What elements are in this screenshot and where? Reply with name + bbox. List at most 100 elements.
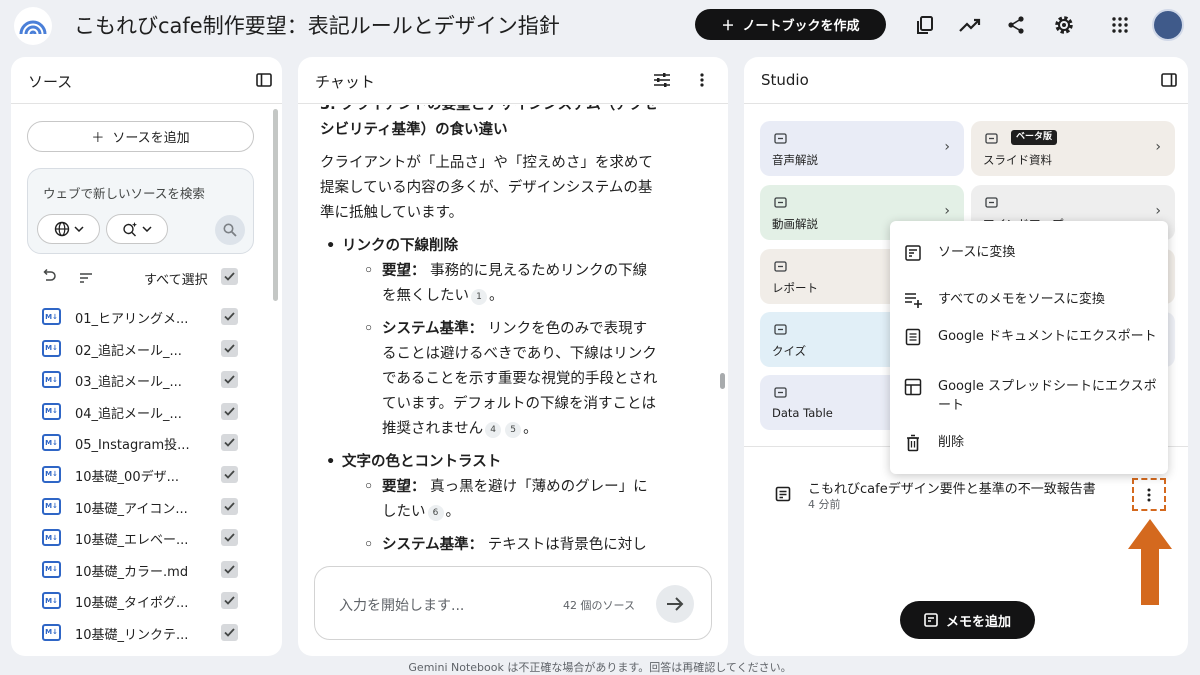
source-checkbox[interactable]	[221, 592, 238, 610]
add-note-button[interactable]: メモを追加	[900, 601, 1035, 639]
tile-label: 動画解説	[772, 217, 818, 231]
checkmark-icon	[224, 596, 235, 606]
menu-item-label: ソースに変換	[938, 245, 1016, 260]
analytics-icon[interactable]	[957, 12, 983, 38]
chat-scrollbar[interactable]	[720, 373, 725, 389]
note-time: 4 分前	[808, 498, 841, 511]
source-list-item[interactable]: M↓ 05_Instagram投...	[11, 428, 271, 460]
tune-settings-icon[interactable]	[651, 69, 673, 91]
source-list-item[interactable]: M↓ 10基礎_リンクテ...	[11, 618, 271, 650]
tile-label: スライド資料	[983, 153, 1052, 167]
arrow-right-icon	[667, 597, 684, 611]
source-list-item[interactable]: M↓ 01_ヒアリングメ...	[11, 302, 271, 334]
report-icon	[772, 259, 788, 273]
checkmark-icon	[224, 375, 235, 384]
chat-input-box[interactable]: 入力を開始します... 42 個のソース	[314, 566, 712, 640]
menu-item-label: Google ドキュメントにエクスポート	[938, 329, 1157, 344]
source-checkbox[interactable]	[221, 560, 238, 578]
create-notebook-button[interactable]: ＋ ノートブックを作成	[695, 9, 886, 40]
source-name: 10基礎_00デザ...	[75, 469, 179, 485]
user-avatar[interactable]	[1152, 9, 1184, 41]
source-checkbox[interactable]	[221, 308, 238, 325]
citation-chip[interactable]: 5	[505, 422, 522, 438]
markdown-file-icon: M↓	[42, 402, 61, 420]
document-icon	[902, 326, 924, 348]
menu-item-label: すべてのメモをソースに変換	[938, 292, 1105, 307]
sources-scrollbar[interactable]	[273, 109, 278, 301]
chevron-right-icon: ›	[944, 203, 950, 219]
select-all-row: すべて選択	[11, 263, 271, 291]
source-checkbox[interactable]	[221, 434, 238, 452]
source-name: 05_Instagram投...	[75, 438, 190, 454]
web-search-input[interactable]: ウェブで新しいソースを検索	[43, 183, 205, 202]
studio-tile[interactable]: 音声解説 ›	[760, 121, 964, 176]
citation-chip[interactable]: 4	[485, 422, 502, 438]
source-checkbox[interactable]	[221, 529, 238, 547]
chevron-down-icon	[142, 226, 152, 232]
share-icon[interactable]	[1003, 12, 1029, 38]
app-logo[interactable]	[14, 7, 52, 45]
markdown-file-icon: M↓	[42, 434, 61, 452]
checkmark-icon	[224, 272, 235, 281]
source-checkbox[interactable]	[221, 465, 238, 483]
chat-response: 3. クライアントの要望とデザインシステム（アクセシビリティ基準）の食い違い ク…	[320, 105, 660, 560]
source-list-item[interactable]: M↓ 03_追記メール_...	[11, 365, 271, 397]
source-list-item[interactable]: M↓ 10基礎_エレベー...	[11, 523, 271, 555]
source-name: 10基礎_リンクテ...	[75, 627, 189, 643]
collapse-panel-icon[interactable]	[253, 69, 275, 91]
mindmap-icon	[983, 195, 999, 209]
studio-title: Studio	[761, 71, 809, 89]
send-button[interactable]	[656, 585, 694, 623]
note-title: こもれびcafeデザイン要件と基準の不一致報告書	[808, 482, 1096, 497]
sub-bullet: 要望： 真っ黒を避け「薄めのグレー」にしたい6。	[320, 475, 660, 525]
more-options-icon[interactable]	[691, 69, 713, 91]
note-add-icon	[924, 613, 938, 627]
checkmark-icon	[224, 533, 235, 542]
citation-chip[interactable]: 1	[471, 289, 487, 305]
source-name: 10基礎_タイポグ...	[75, 596, 189, 612]
source-name: 03_追記メール_...	[75, 375, 182, 391]
source-list-item[interactable]: M↓ 10基礎_アイコン...	[11, 492, 271, 524]
note-more-options-button[interactable]	[1132, 478, 1166, 511]
menu-item-label: 削除	[938, 435, 965, 450]
markdown-file-icon: M↓	[42, 529, 61, 547]
source-checkbox[interactable]	[221, 371, 238, 389]
source-list-item[interactable]: M↓ 10基礎_タイポグ...	[11, 586, 271, 618]
notebook-title[interactable]: こもれびcafe制作要望：表記ルールとデザイン指針	[74, 10, 560, 40]
checkmark-icon	[224, 470, 235, 479]
studio-tile[interactable]: ベータ版 スライド資料 ›	[971, 121, 1175, 176]
note-item[interactable]: こもれびcafeデザイン要件と基準の不一致報告書 4 分前	[760, 475, 1174, 521]
sources-panel: ソース ＋ ソースを追加 ウェブで新しいソースを検索 すべて選択 M↓ 01_ヒ…	[11, 57, 282, 656]
search-submit-button[interactable]	[215, 215, 245, 245]
source-checkbox[interactable]	[221, 623, 238, 641]
sort-icon[interactable]	[79, 269, 93, 288]
markdown-file-icon: M↓	[42, 371, 61, 389]
spreadsheet-icon	[902, 376, 924, 398]
chat-input[interactable]: 入力を開始します...	[339, 595, 464, 615]
source-list-item[interactable]: M↓ 10基礎_00デザ...	[11, 460, 271, 492]
source-type-dropdown[interactable]	[37, 214, 100, 244]
add-note-label: メモを追加	[945, 614, 1011, 630]
markdown-file-icon: M↓	[42, 623, 61, 641]
beta-badge: ベータ版	[1011, 130, 1058, 145]
copy-icon[interactable]	[912, 12, 938, 38]
add-source-button[interactable]: ＋ ソースを追加	[27, 121, 254, 152]
select-all-checkbox[interactable]	[221, 268, 238, 285]
source-list-item[interactable]: M↓ 02_追記メール_...	[11, 334, 271, 366]
source-checkbox[interactable]	[221, 339, 238, 357]
plus-icon: ＋	[721, 19, 735, 34]
source-list-item[interactable]: M↓ 10基礎_カラー.md	[11, 555, 271, 587]
tile-label: クイズ	[772, 344, 807, 358]
citation-chip[interactable]: 6	[427, 505, 444, 521]
undo-icon[interactable]	[41, 268, 57, 288]
source-list-item[interactable]: M↓ 04_追記メール_...	[11, 397, 271, 429]
collapse-panel-icon[interactable]	[1158, 69, 1180, 91]
tile-label: Data Table	[772, 406, 833, 420]
search-mode-dropdown[interactable]	[106, 214, 168, 244]
sub-bullet-label: システム基準：	[382, 537, 484, 553]
settings-gear-icon[interactable]	[1051, 12, 1077, 38]
apps-grid-icon[interactable]	[1107, 12, 1133, 38]
sub-bullet: 要望： 事務的に見えるためリンクの下線を無くしたい1。	[320, 259, 660, 309]
source-checkbox[interactable]	[221, 402, 238, 420]
source-checkbox[interactable]	[221, 497, 238, 515]
